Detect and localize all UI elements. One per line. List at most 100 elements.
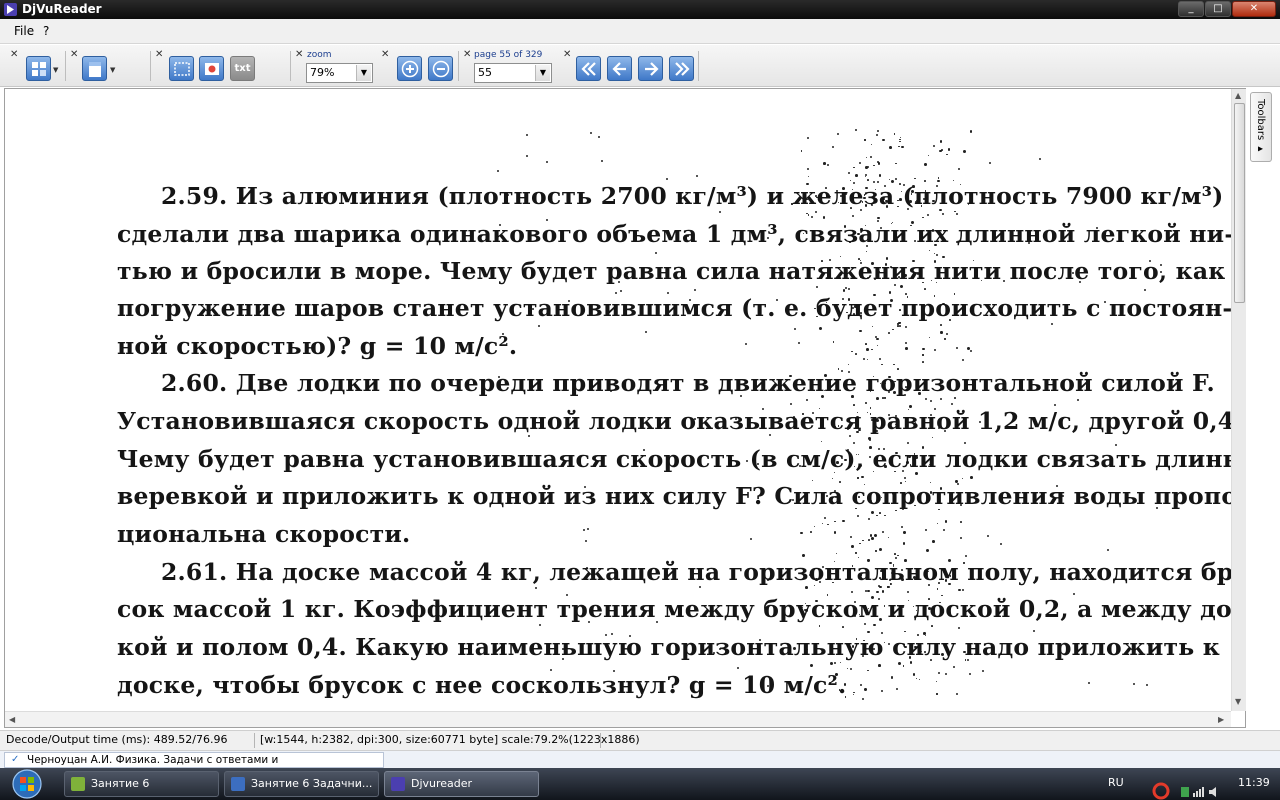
scan-speck	[811, 216, 814, 219]
previous-page-button[interactable]	[607, 56, 632, 81]
scan-speck	[940, 397, 943, 400]
scan-speck	[970, 475, 974, 479]
scan-speck	[842, 289, 846, 293]
layout-mode-button[interactable]	[26, 56, 51, 81]
scan-speck	[853, 694, 855, 696]
scan-speck	[942, 213, 945, 216]
page-combo[interactable]: 55 ▼	[474, 63, 552, 83]
scan-speck	[860, 683, 863, 686]
text-view-button[interactable]: txt	[230, 56, 255, 81]
scan-speck	[897, 323, 899, 325]
scan-speck	[961, 477, 964, 479]
scan-speck	[586, 527, 589, 530]
text-line: Установившаяся скорость одной лодки оказ…	[117, 407, 1231, 435]
zoom-in-icon	[401, 60, 418, 78]
zoom-combo[interactable]: 79% ▼	[306, 63, 373, 83]
taskbar-item-djvureader[interactable]: Djvureader	[384, 771, 539, 797]
window-titlebar: DjVuReader _ □ ✕	[0, 0, 1280, 19]
scan-speck	[909, 661, 913, 664]
scan-speck	[954, 210, 956, 213]
chevron-down-icon[interactable]: ▼	[53, 66, 58, 74]
document-view[interactable]: 2.59. Из алюминия (плотность 2700 кг/м³)…	[4, 88, 1246, 728]
first-page-button[interactable]	[576, 56, 601, 81]
page-view-button[interactable]	[82, 56, 107, 81]
language-indicator[interactable]: RU	[1108, 776, 1124, 800]
scroll-down-icon[interactable]: ▼	[1235, 697, 1241, 706]
scan-speck	[1087, 682, 1090, 685]
scan-speck	[870, 144, 873, 146]
vertical-scrollbar[interactable]: ▲ ▼	[1231, 89, 1246, 711]
file-tab[interactable]: ✓ Черноуцан А.И. Физика. Задачи с ответа…	[4, 752, 384, 780]
scan-speck	[822, 522, 824, 524]
toolbars-side-tab[interactable]: Toolbars ▸	[1250, 92, 1272, 162]
clock[interactable]: 11:39	[1238, 776, 1270, 800]
last-page-button[interactable]	[669, 56, 694, 81]
scroll-left-icon[interactable]: ◀	[9, 715, 15, 724]
scan-speck	[958, 588, 961, 592]
toolbar-close-icon[interactable]: ✕	[10, 49, 18, 60]
toolbar-close-icon[interactable]: ✕	[463, 49, 471, 60]
toolbar-close-icon[interactable]: ✕	[295, 49, 303, 60]
chevron-down-icon[interactable]: ▼	[356, 65, 371, 81]
zoom-out-icon	[432, 60, 449, 78]
scan-speck	[865, 156, 867, 159]
chevron-down-icon[interactable]: ▼	[110, 66, 115, 74]
scroll-right-icon[interactable]: ▶	[1218, 715, 1224, 724]
checkmark-icon: ✓	[11, 754, 20, 765]
opera-tray-icon[interactable]	[1152, 775, 1170, 800]
scan-speck	[869, 439, 872, 442]
scan-speck	[790, 403, 793, 406]
scan-speck	[864, 176, 866, 178]
next-page-button[interactable]	[638, 56, 663, 81]
scan-speck	[807, 167, 810, 170]
scan-speck	[823, 162, 826, 165]
taskbar-item-folder[interactable]: Занятие 6	[64, 771, 219, 797]
menu-help[interactable]: ?	[43, 24, 49, 38]
toolbar-close-icon[interactable]: ✕	[70, 49, 78, 60]
start-button-icon[interactable]	[8, 768, 46, 800]
scan-speck	[924, 287, 927, 290]
text-line: 2.60. Две лодки по очереди приводят в дв…	[161, 369, 1215, 397]
zoom-out-button[interactable]	[428, 56, 453, 81]
scan-speck	[859, 542, 862, 545]
scan-speck	[895, 687, 898, 690]
scan-speck	[805, 399, 808, 402]
toolbar-close-icon[interactable]: ✕	[381, 49, 389, 60]
maximize-button[interactable]: □	[1205, 1, 1231, 17]
scan-speck	[933, 348, 937, 352]
horizontal-scrollbar[interactable]: ◀ ▶	[5, 711, 1231, 727]
close-button[interactable]: ✕	[1232, 1, 1276, 17]
system-tray-icons[interactable]	[1180, 776, 1220, 800]
chevron-down-icon[interactable]: ▼	[535, 65, 550, 81]
scan-speck	[944, 338, 946, 340]
toolbar-close-icon[interactable]: ✕	[155, 49, 163, 60]
scan-speck	[857, 477, 859, 479]
taskbar-item-document[interactable]: Занятие 6 Задачни...	[224, 771, 379, 797]
scan-speck	[969, 130, 973, 133]
scroll-up-icon[interactable]: ▲	[1235, 91, 1241, 100]
scan-speck	[982, 670, 985, 673]
scan-speck	[963, 441, 966, 444]
scan-speck	[600, 160, 603, 163]
scan-speck	[814, 211, 817, 214]
scan-speck	[810, 531, 812, 534]
scan-speck	[807, 214, 810, 216]
scan-speck	[895, 162, 897, 165]
scan-speck	[904, 341, 908, 345]
text-line: Чему будет равна установившаяся скорость…	[117, 445, 1231, 473]
scan-speck	[955, 212, 958, 215]
scan-speck	[932, 144, 935, 148]
scan-speck	[654, 252, 657, 255]
scan-speck	[931, 625, 933, 627]
minimize-button[interactable]: _	[1178, 1, 1204, 17]
scan-speck	[861, 697, 864, 700]
image-view-button[interactable]	[199, 56, 224, 81]
select-region-button[interactable]	[169, 56, 194, 81]
zoom-in-button[interactable]	[397, 56, 422, 81]
scrollbar-thumb[interactable]	[1234, 103, 1245, 303]
scan-speck	[942, 528, 945, 531]
scan-speck	[893, 132, 896, 135]
toolbar-close-icon[interactable]: ✕	[563, 49, 571, 60]
scan-speck	[936, 523, 938, 525]
menu-file[interactable]: File	[14, 24, 34, 38]
